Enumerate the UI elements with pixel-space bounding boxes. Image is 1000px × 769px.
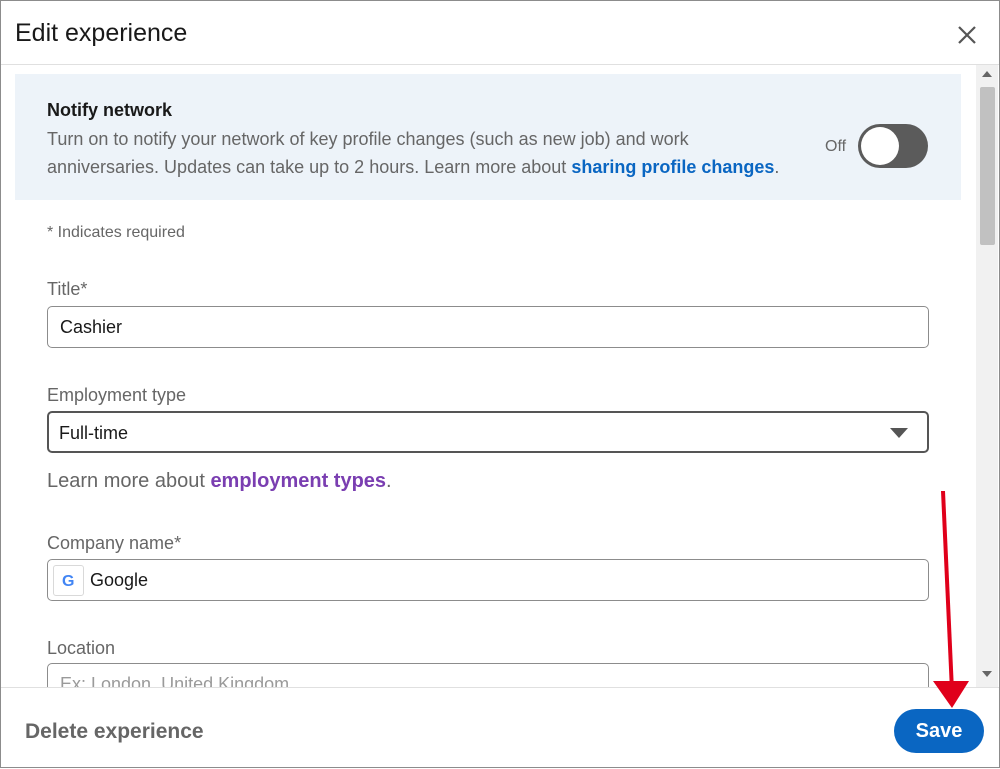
employment-types-help: Learn more about employment types. [47,470,392,493]
notify-desc-line1: Turn on to notify your network of key pr… [47,129,689,149]
notify-network-panel: Notify network Turn on to notify your ne… [15,74,961,200]
google-logo-icon: G [53,565,84,596]
delete-experience-button[interactable]: Delete experience [25,720,204,744]
sharing-profile-changes-link[interactable]: sharing profile changes [571,157,774,177]
toggle-state-label: Off [825,138,847,155]
title-input[interactable]: Cashier [47,306,929,348]
location-input[interactable]: Ex: London, United Kingdom [47,663,929,687]
company-name-input[interactable]: G Google [47,559,929,601]
company-name-value: Google [90,570,149,590]
employment-type-select[interactable]: Full-time [47,411,929,453]
dialog-footer: Delete experience Save [1,687,999,767]
location-placeholder: Ex: London, United Kingdom [60,674,290,687]
learn-prefix: Learn more about [47,470,211,492]
employment-type-value: Full-time [59,423,129,443]
notify-desc-end: . [774,157,780,177]
title-value: Cashier [60,317,123,337]
employment-types-link[interactable]: employment types [210,470,386,492]
learn-suffix: . [386,470,392,492]
notify-description: Turn on to notify your network of key pr… [47,125,807,181]
close-icon[interactable] [950,18,984,52]
scroll-up-icon[interactable] [982,71,992,77]
dialog-body: Notify network Turn on to notify your ne… [1,65,999,687]
save-button[interactable]: Save [894,709,984,753]
title-label: Title* [47,279,88,299]
notify-network-toggle[interactable] [858,124,928,168]
edit-experience-dialog: Edit experience Notify network Turn on t… [0,0,1000,768]
dialog-header: Edit experience [1,1,999,65]
google-logo-letter: G [62,573,74,590]
notify-title: Notify network [47,100,173,120]
chevron-down-icon [890,428,908,438]
dialog-title: Edit experience [15,19,188,47]
toggle-knob [861,127,899,165]
notify-desc-line2: anniversaries. Updates can take up to 2 … [47,157,572,177]
scrollbar[interactable] [976,65,998,687]
company-name-label: Company name* [47,533,182,553]
scrollbar-thumb[interactable] [980,87,995,245]
location-label: Location [47,638,116,658]
scroll-down-icon[interactable] [982,671,992,677]
required-note: * Indicates required [47,224,185,241]
employment-type-label: Employment type [47,385,187,405]
